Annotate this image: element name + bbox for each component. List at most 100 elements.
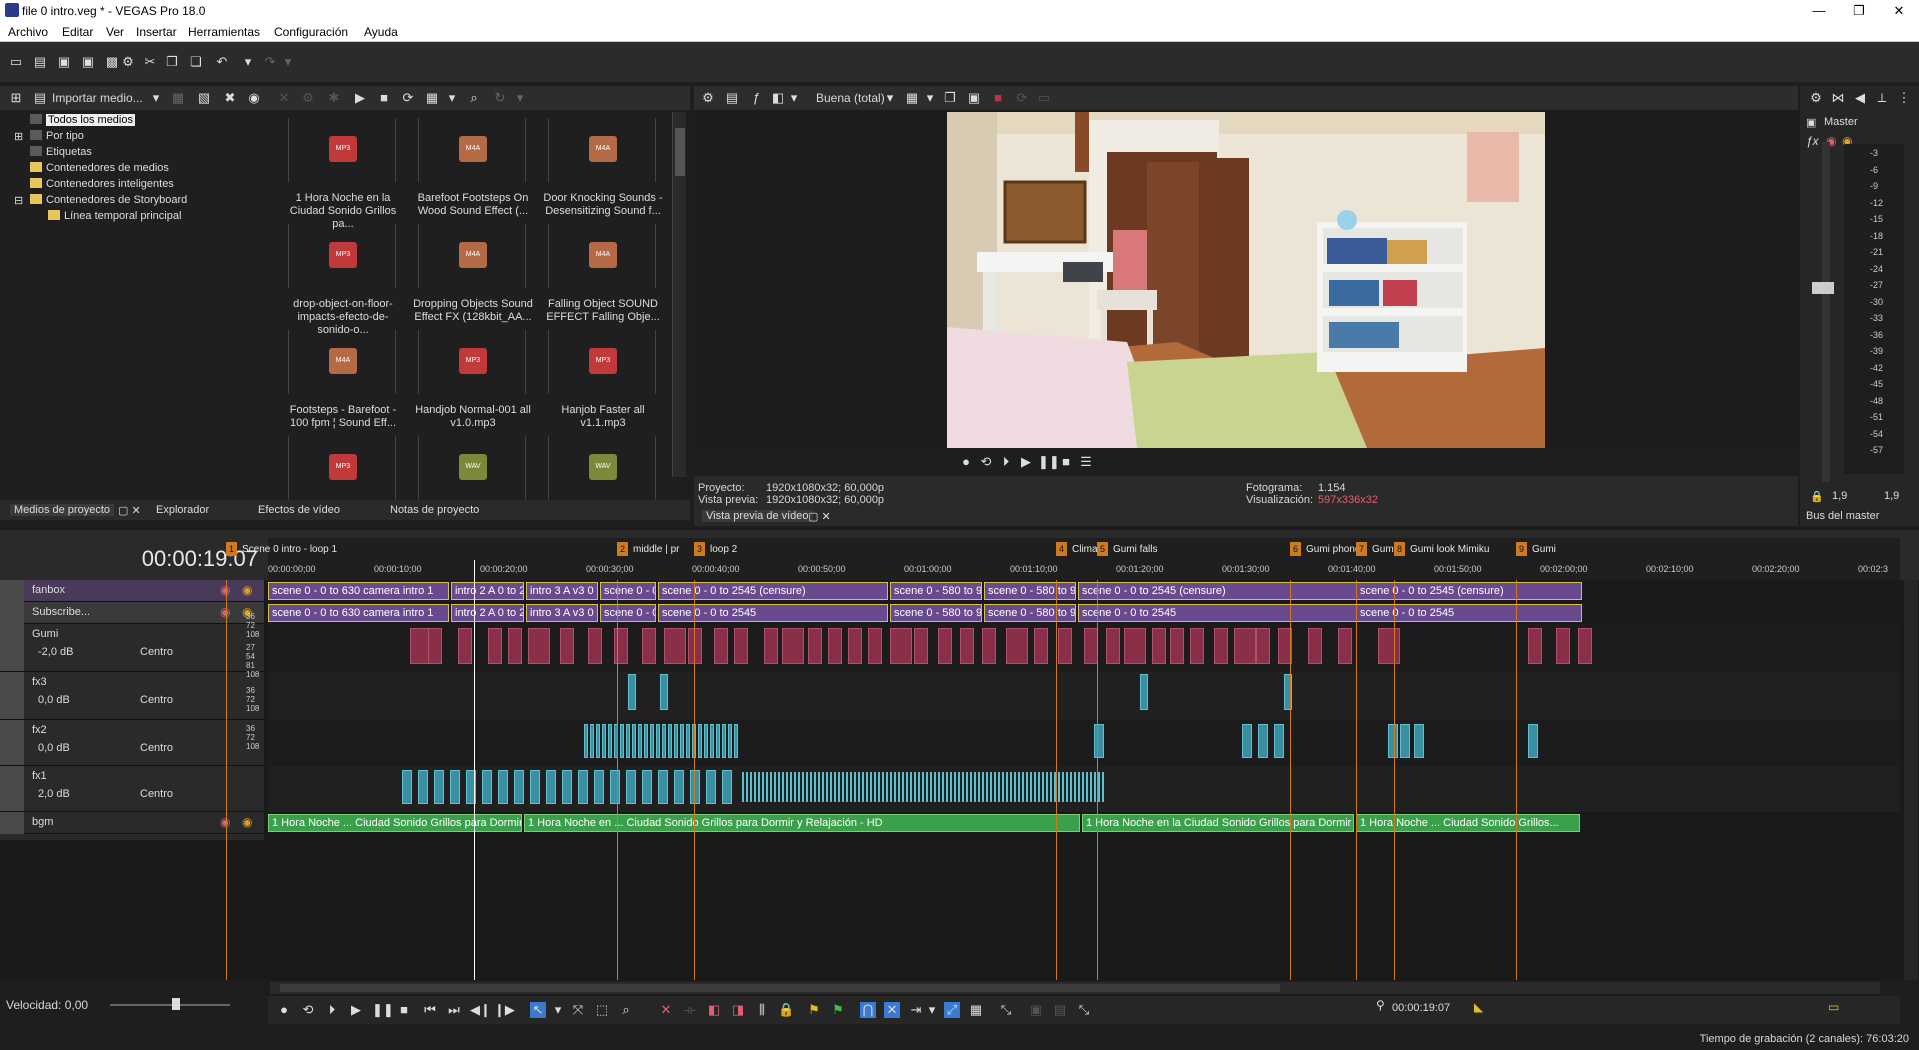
views-dropdown-icon[interactable]: ▾ bbox=[444, 90, 460, 106]
audio-event[interactable] bbox=[650, 724, 654, 758]
video-event[interactable]: scene 0 - 580 to 90... bbox=[984, 582, 1076, 600]
audio-event[interactable] bbox=[1578, 628, 1592, 664]
speed-slider-handle[interactable] bbox=[172, 998, 180, 1010]
marker-flag[interactable]: 1 bbox=[226, 542, 238, 556]
audio-event[interactable] bbox=[664, 628, 686, 664]
preview-device-icon[interactable]: ▤ bbox=[724, 90, 740, 106]
menu-ver[interactable]: Ver bbox=[106, 25, 124, 39]
audio-event[interactable] bbox=[854, 772, 856, 802]
quality-dropdown-icon[interactable]: ▾ bbox=[882, 90, 898, 106]
audio-event[interactable] bbox=[878, 772, 880, 802]
track-solo-icon[interactable]: ◉ bbox=[242, 815, 252, 829]
audio-event[interactable] bbox=[822, 772, 824, 802]
master-speaker-icon[interactable]: ◀ bbox=[1852, 90, 1868, 106]
audio-event[interactable] bbox=[926, 772, 928, 802]
lock-icon[interactable]: 🔒 bbox=[778, 1002, 794, 1018]
audio-event[interactable] bbox=[808, 628, 822, 664]
media-item[interactable]: M4A Door Knocking Sounds - Desensitizing … bbox=[540, 114, 666, 218]
audio-event[interactable] bbox=[762, 772, 764, 802]
audio-event[interactable] bbox=[770, 772, 772, 802]
split-dropdown-icon[interactable]: ▾ bbox=[786, 90, 802, 106]
audio-event[interactable] bbox=[914, 628, 928, 664]
audio-event[interactable] bbox=[930, 772, 932, 802]
audio-event[interactable] bbox=[1242, 724, 1252, 758]
audio-event[interactable] bbox=[934, 772, 936, 802]
get-media-icon[interactable]: ▧ bbox=[196, 90, 212, 106]
audio-event[interactable] bbox=[742, 772, 744, 802]
timeline-ruler[interactable]: 00:00:00;00 00:00:10;00 00:00:20;00 00:00:3… bbox=[226, 538, 1900, 580]
master-checkbox[interactable]: ▣ bbox=[1806, 116, 1816, 129]
audio-event[interactable] bbox=[508, 628, 522, 664]
video-event[interactable]: scene 0 - 0 to 2545 bbox=[1356, 604, 1582, 622]
audio-event[interactable] bbox=[546, 770, 556, 804]
master-fx-icon[interactable]: ƒx bbox=[1806, 134, 1819, 148]
audio-event[interactable] bbox=[1308, 628, 1322, 664]
audio-event[interactable] bbox=[874, 772, 876, 802]
audio-event[interactable] bbox=[610, 770, 620, 804]
tree-collapse-icon[interactable]: ⊟ bbox=[14, 194, 23, 207]
audio-event[interactable] bbox=[1190, 628, 1204, 664]
tree-item-etiquetas[interactable]: Etiquetas bbox=[30, 146, 92, 158]
remove-media-icon[interactable]: ✖ bbox=[222, 90, 238, 106]
tree-expand-icon[interactable]: ⊞ bbox=[14, 130, 23, 143]
copy-icon[interactable]: ❐ bbox=[164, 54, 180, 70]
redo-dropdown-icon[interactable]: ▾ bbox=[280, 54, 296, 70]
audio-event[interactable] bbox=[716, 724, 720, 758]
loop-playback-icon[interactable]: ⟲ bbox=[300, 1002, 316, 1018]
selection-tool-icon[interactable]: ⬚ bbox=[594, 1002, 610, 1018]
audio-event[interactable] bbox=[1006, 628, 1028, 664]
audio-event[interactable] bbox=[1124, 628, 1146, 664]
audio-event[interactable] bbox=[668, 724, 672, 758]
audio-event[interactable] bbox=[1528, 724, 1538, 758]
video-event[interactable]: scene 0 - 0 to 630 camera intro 1 bbox=[268, 582, 449, 600]
audio-event[interactable] bbox=[626, 724, 630, 758]
track-menu-icon[interactable] bbox=[0, 812, 24, 834]
paste-icon[interactable]: ❏ bbox=[188, 54, 204, 70]
menu-configuracion[interactable]: Configuración bbox=[274, 25, 348, 39]
audio-event[interactable] bbox=[950, 772, 952, 802]
audio-event[interactable] bbox=[938, 628, 952, 664]
audio-event[interactable] bbox=[958, 772, 960, 802]
media-item[interactable]: M4A Falling Object SOUND EFFECT Falling O… bbox=[540, 220, 666, 324]
track-header-fx2[interactable]: fx2 0,0 dB Centro bbox=[0, 720, 264, 766]
audio-event[interactable] bbox=[810, 772, 812, 802]
track-header-fx1[interactable]: fx1 2,0 dB Centro bbox=[0, 766, 264, 812]
audio-event[interactable] bbox=[974, 772, 976, 802]
audio-event[interactable] bbox=[1106, 628, 1120, 664]
audio-event[interactable] bbox=[1084, 628, 1098, 664]
audio-event[interactable] bbox=[1082, 772, 1084, 802]
audio-event[interactable] bbox=[458, 628, 472, 664]
video-event[interactable]: scene 0 - 0... bbox=[600, 604, 656, 622]
tab-explorador[interactable]: Explorador bbox=[156, 504, 209, 516]
audio-event[interactable] bbox=[882, 772, 884, 802]
auto-preview-icon[interactable]: ⟳ bbox=[400, 90, 416, 106]
audio-event[interactable] bbox=[942, 772, 944, 802]
auto-ripple-icon[interactable]: ⇥ bbox=[908, 1002, 924, 1018]
play-preview-icon[interactable]: ▶ bbox=[352, 90, 368, 106]
snapping-icon[interactable]: ⋂ bbox=[860, 1002, 876, 1018]
loop-region-icon[interactable]: ▭ bbox=[1828, 1000, 1839, 1014]
audio-event[interactable] bbox=[722, 724, 726, 758]
track-solo-icon[interactable]: ◉ bbox=[242, 583, 252, 597]
tree-item-storyboard[interactable]: Contenedores de Storyboard bbox=[30, 194, 187, 206]
audio-event[interactable] bbox=[638, 724, 642, 758]
pause-icon[interactable]: ❚❚ bbox=[1038, 454, 1060, 470]
stop-icon[interactable]: ■ bbox=[396, 1002, 412, 1018]
audio-event[interactable] bbox=[1014, 772, 1016, 802]
fullscreen-icon[interactable]: ▭ bbox=[1036, 90, 1052, 106]
track-menu-icon[interactable] bbox=[0, 580, 24, 602]
video-event[interactable]: intro 2 A 0 to 250 bbox=[451, 604, 524, 622]
audio-event[interactable] bbox=[1338, 628, 1352, 664]
video-event[interactable]: scene 0 - 0 to 2545 (censure) bbox=[658, 582, 888, 600]
audio-event[interactable] bbox=[656, 724, 660, 758]
menu-herramientas[interactable]: Herramientas bbox=[188, 25, 260, 39]
audio-event[interactable] bbox=[608, 724, 612, 758]
region-icon[interactable]: ⚑ bbox=[830, 1002, 846, 1018]
prev-frame-icon[interactable]: ◀❙ bbox=[470, 1002, 491, 1018]
audio-event[interactable] bbox=[858, 772, 860, 802]
audio-event[interactable] bbox=[828, 628, 842, 664]
audio-event[interactable] bbox=[994, 772, 996, 802]
audio-event[interactable] bbox=[1066, 772, 1068, 802]
audio-event[interactable] bbox=[662, 724, 666, 758]
media-item[interactable]: M4A Barefoot Footsteps On Wood Sound Effe… bbox=[410, 114, 536, 218]
